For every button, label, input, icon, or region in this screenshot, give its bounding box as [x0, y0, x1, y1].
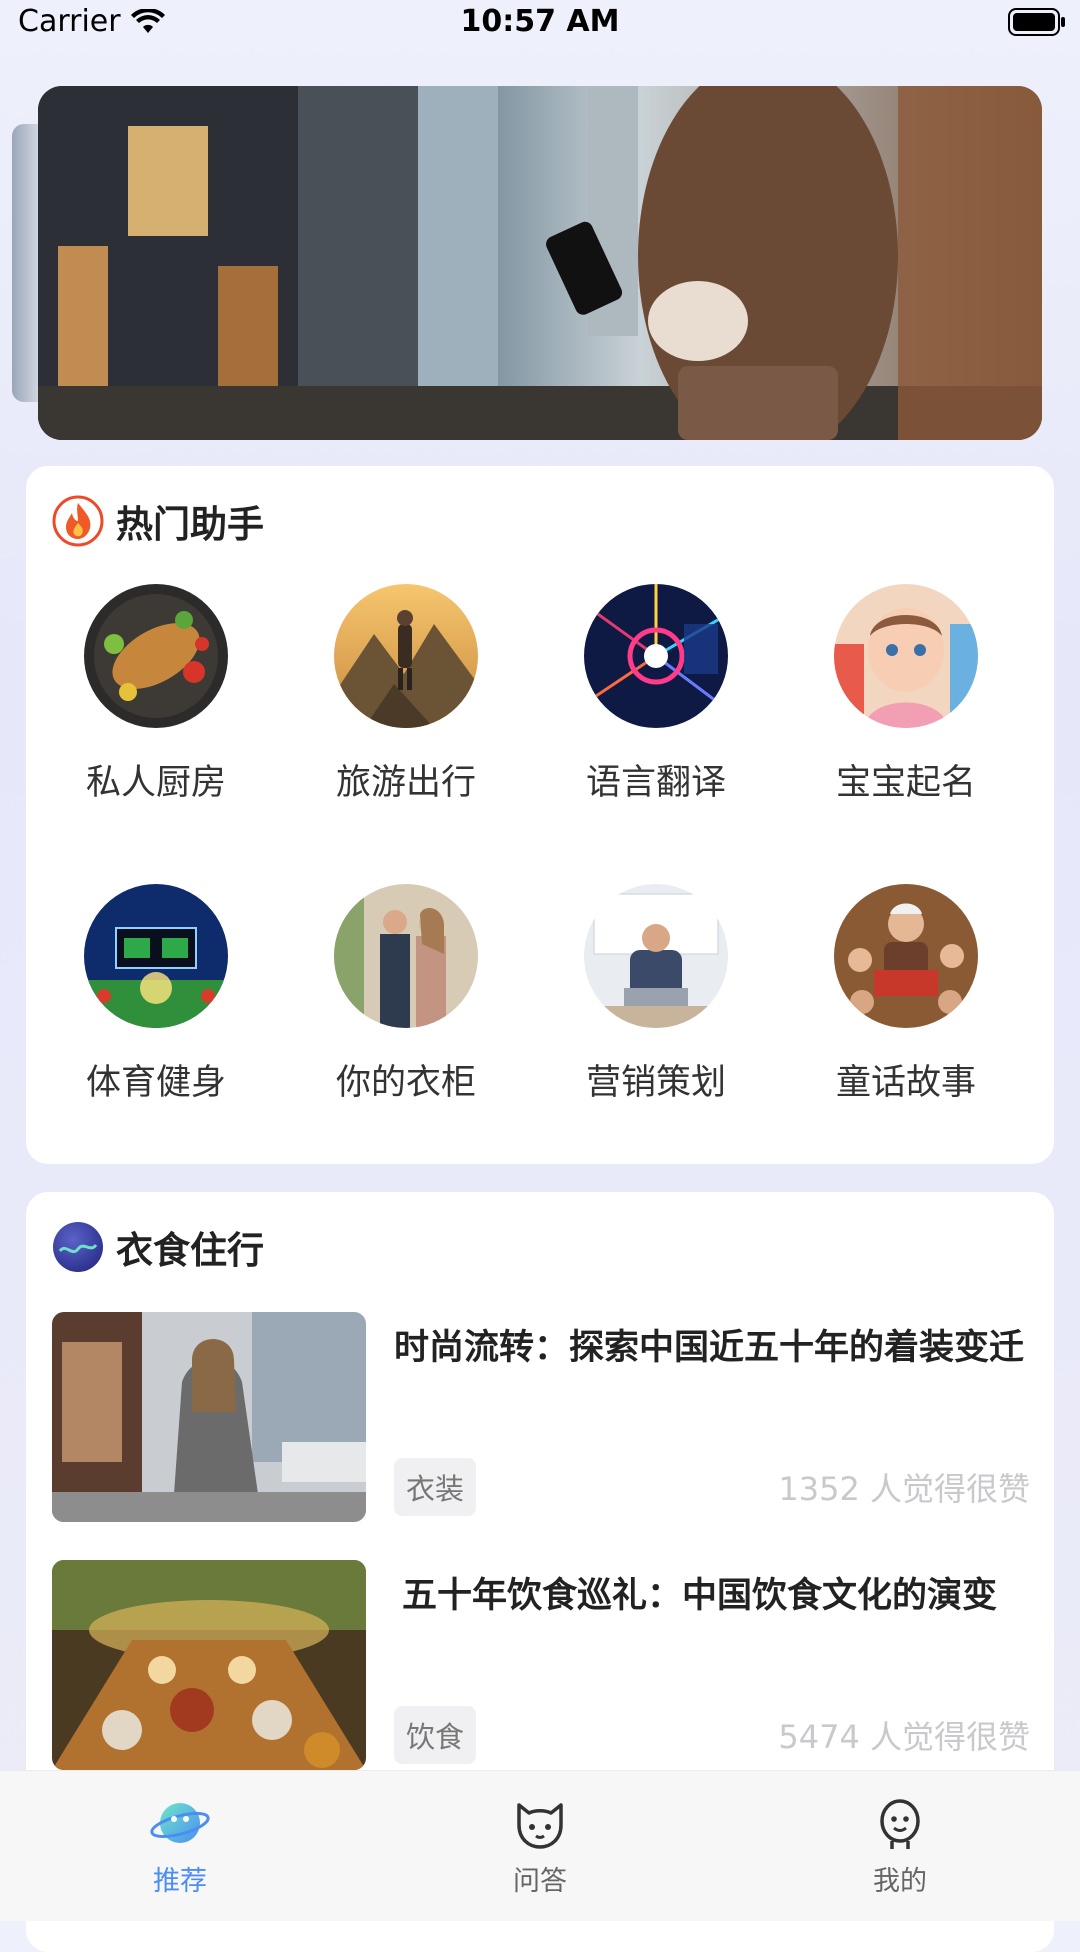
article-item-fashion[interactable]: 时尚流转：探索中国近五十年的着装变迁 衣装 1352 人觉得很赞 [52, 1312, 1032, 1522]
assistant-label: 体育健身 [85, 1063, 226, 1103]
globe-icon [53, 1222, 103, 1272]
tab-bar: 推荐 问答 我的 [0, 1770, 1080, 1921]
planet-icon [150, 1803, 210, 1843]
assistant-item-wardrobe[interactable]: 你的衣柜 [316, 884, 496, 1105]
assistant-label: 宝宝起名 [835, 763, 976, 803]
article-title: 时尚流转：探索中国近五十年的着装变迁 [394, 1328, 1025, 1368]
assistant-item-travel[interactable]: 旅游出行 [316, 584, 496, 805]
hot-assistants-title: 热门助手 [116, 503, 264, 546]
article-tag: 饮食 [394, 1706, 477, 1764]
assistant-label: 语言翻译 [585, 763, 726, 803]
assistant-item-private-kitchen[interactable]: 私人厨房 [66, 584, 246, 805]
assistant-label: 你的衣柜 [335, 1063, 476, 1103]
tab-mine[interactable]: 我的 [810, 1795, 990, 1898]
flame-icon [52, 495, 104, 547]
article-item-food[interactable]: 五十年饮食巡礼：中国饮食文化的演变 饮食 5474 人觉得很赞 [52, 1560, 1032, 1770]
office-man-laptop-image [584, 884, 728, 1028]
hot-assistants-header: 热门助手 [52, 494, 264, 548]
assistant-item-translation[interactable]: 语言翻译 [566, 584, 746, 805]
banquet-table-image [52, 1560, 366, 1770]
assistant-label: 营销策划 [585, 1063, 726, 1103]
article-likes: 5474 人觉得很赞 [778, 1718, 1030, 1756]
baby-portrait-image [834, 584, 978, 728]
tab-recommend[interactable]: 推荐 [90, 1795, 270, 1898]
lifestyle-header: 衣食住行 [52, 1220, 264, 1274]
grandpa-storybook-image [834, 884, 978, 1028]
fashion-couple-image [334, 884, 478, 1028]
tab-label: 推荐 [153, 1866, 207, 1897]
article-title: 五十年饮食巡礼：中国饮食文化的演变 [402, 1576, 998, 1616]
tab-label: 问答 [513, 1866, 567, 1897]
hot-assistants-card: 热门助手 私人厨房 旅游出行 语言翻译 宝宝起名 体育健身 你的衣柜 营销策划 … [26, 466, 1054, 1164]
food-platter-image [84, 584, 228, 728]
status-time: 10:57 AM [460, 4, 620, 39]
person-face-icon [880, 1799, 920, 1849]
assistant-item-fairy-tales[interactable]: 童话故事 [816, 884, 996, 1105]
tab-qa[interactable]: 问答 [450, 1795, 630, 1898]
cat-face-icon [517, 1803, 563, 1849]
banner-image[interactable] [38, 86, 1042, 440]
article-tag: 衣装 [394, 1458, 477, 1516]
assistant-label: 私人厨房 [85, 763, 226, 803]
hiker-mountain-image [334, 584, 478, 728]
article-likes: 1352 人觉得很赞 [778, 1470, 1030, 1508]
assistant-item-marketing[interactable]: 营销策划 [566, 884, 746, 1105]
assistant-label: 旅游出行 [335, 763, 476, 803]
lifestyle-title: 衣食住行 [116, 1229, 264, 1272]
assistant-label: 童话故事 [835, 1063, 976, 1103]
assistant-item-baby-naming[interactable]: 宝宝起名 [816, 584, 996, 805]
assistant-item-sports[interactable]: 体育健身 [66, 884, 246, 1105]
battery-icon [1008, 8, 1065, 36]
fashion-woman-street-image [52, 1312, 366, 1522]
translation-tech-image [584, 584, 728, 728]
banner-carousel[interactable] [0, 86, 1080, 440]
status-bar: Carrier 10:57 AM [0, 0, 1080, 50]
sports-stadium-image [84, 884, 228, 1028]
tab-label: 我的 [873, 1866, 927, 1897]
